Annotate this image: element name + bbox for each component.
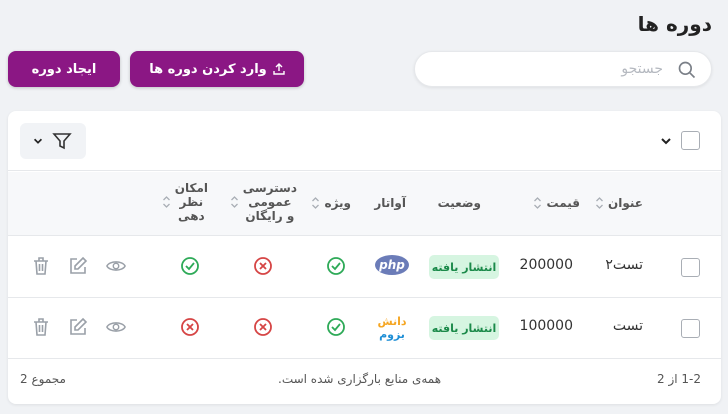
- trash-icon[interactable]: [31, 317, 51, 337]
- search-box[interactable]: [414, 51, 712, 87]
- x-circle-icon: [254, 318, 272, 336]
- table-row[interactable]: تست۲ 200000 انتشار یافته php: [8, 237, 721, 298]
- pagination-range: 1-2 از 2: [656, 372, 701, 386]
- comments-label-line2: نظر: [179, 195, 204, 209]
- column-header-status[interactable]: وضعیت: [438, 196, 481, 210]
- trash-icon[interactable]: [31, 256, 51, 276]
- course-title: تست۲: [605, 257, 643, 273]
- column-header-status-label: وضعیت: [437, 196, 481, 210]
- courses-table-card: عنوان قیمت وضعیت آواتار ویژه دسترسی عموم…: [8, 111, 721, 404]
- create-course-button[interactable]: ایجاد دوره: [8, 51, 120, 87]
- sort-icon: [596, 197, 603, 209]
- import-button-label: وارد کردن دوره ها: [149, 61, 267, 77]
- sort-icon: [312, 197, 320, 209]
- course-price: 100000: [519, 318, 573, 334]
- search-icon: [678, 61, 696, 79]
- check-circle-icon: [327, 257, 345, 275]
- table-toolbar: [8, 111, 721, 171]
- eye-icon[interactable]: [106, 317, 126, 337]
- column-header-title-label: عنوان: [608, 196, 643, 210]
- column-header-title[interactable]: عنوان: [595, 196, 643, 210]
- column-header-special[interactable]: ویژه: [311, 196, 351, 210]
- status-badge: انتشار یافته: [429, 255, 499, 279]
- sort-icon: [534, 197, 542, 209]
- x-circle-icon: [254, 257, 272, 275]
- public-access-label-line1: دسترسی: [242, 181, 297, 195]
- comments-label-line3: دهی: [178, 209, 205, 223]
- chevron-down-icon[interactable]: [659, 134, 673, 148]
- column-header-comments[interactable]: امکان نظر دهی: [162, 181, 208, 223]
- comments-label-line1: امکان: [174, 181, 208, 195]
- public-access-label-line3: و رایگان: [245, 209, 295, 223]
- column-header-comments-label: امکان نظر دهی: [175, 181, 208, 223]
- filter-icon: [52, 133, 72, 150]
- row-checkbox[interactable]: [681, 319, 700, 338]
- column-header-price-label: قیمت: [546, 196, 580, 210]
- page-title: دوره ها: [637, 12, 712, 36]
- check-circle-icon: [181, 257, 199, 275]
- column-header-avatar[interactable]: آواتار: [374, 196, 406, 210]
- chevron-down-icon: [33, 138, 43, 144]
- upload-icon: [273, 63, 285, 75]
- select-all-checkbox[interactable]: [681, 131, 700, 150]
- row-checkbox[interactable]: [681, 258, 700, 277]
- x-circle-icon: [181, 318, 199, 336]
- table-footer: 1-2 از 2 همه‌ی منابع بارگزاری شده است. م…: [8, 359, 721, 403]
- total-count: مجموع 2: [20, 372, 66, 386]
- column-header-public-access-label: دسترسی عمومی و رایگان: [243, 181, 297, 223]
- table-row[interactable]: تست 100000 انتشار یافته دانش بزوم: [8, 298, 721, 359]
- column-header-public-access[interactable]: دسترسی عمومی و رایگان: [230, 181, 297, 223]
- danesh-logo-avatar: دانش بزوم: [377, 315, 406, 341]
- create-button-label: ایجاد دوره: [31, 61, 97, 77]
- status-badge: انتشار یافته: [429, 316, 499, 340]
- php-logo-avatar: php: [375, 255, 409, 275]
- eye-icon[interactable]: [106, 256, 126, 276]
- import-courses-button[interactable]: وارد کردن دوره ها: [130, 51, 304, 87]
- table-header: عنوان قیمت وضعیت آواتار ویژه دسترسی عموم…: [8, 172, 721, 236]
- edit-icon[interactable]: [68, 256, 88, 276]
- column-header-price[interactable]: قیمت: [533, 196, 580, 210]
- check-circle-icon: [327, 318, 345, 336]
- course-title: تست: [612, 318, 643, 334]
- danesh-logo-text-top: دانش: [377, 315, 406, 328]
- column-header-special-label: ویژه: [324, 196, 351, 210]
- load-complete-message: همه‌ی منابع بارگزاری شده است.: [278, 372, 442, 386]
- sort-icon: [162, 196, 170, 208]
- php-logo-text: php: [378, 258, 405, 272]
- search-input[interactable]: [443, 52, 663, 86]
- sort-icon: [230, 196, 238, 208]
- edit-icon[interactable]: [68, 317, 88, 337]
- public-access-label-line2: عمومی: [248, 195, 292, 209]
- column-header-avatar-label: آواتار: [374, 196, 406, 210]
- filter-button[interactable]: [20, 123, 86, 159]
- danesh-logo-text-bottom: بزوم: [379, 328, 405, 341]
- course-price: 200000: [519, 257, 573, 273]
